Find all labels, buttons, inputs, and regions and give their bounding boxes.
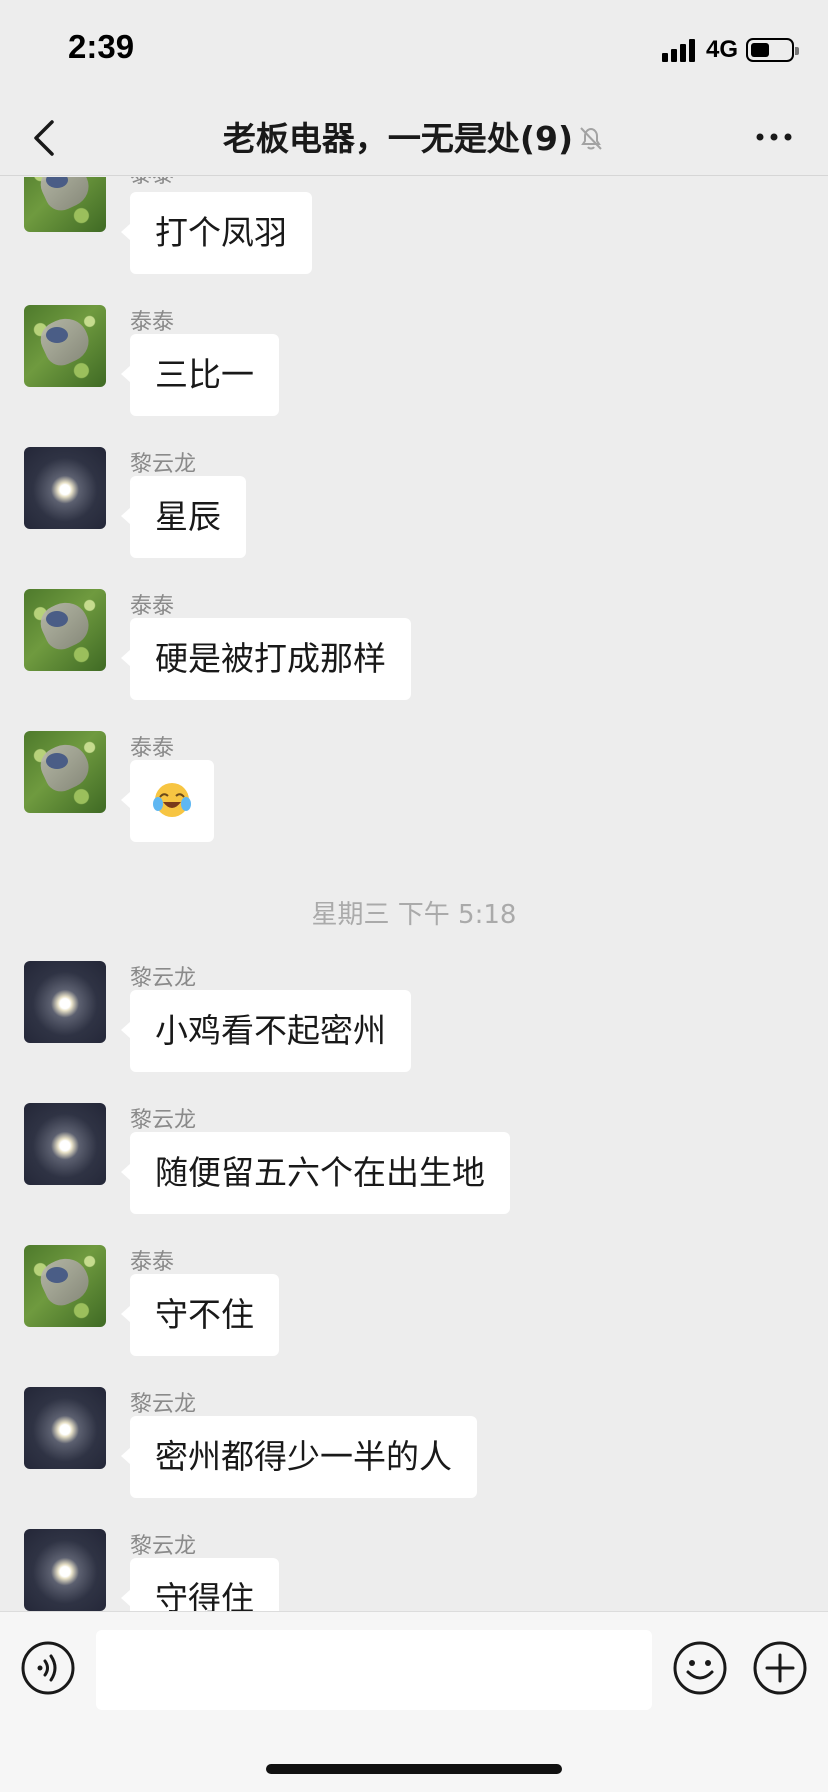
status-time: 2:39 (68, 28, 135, 65)
signal-icon (661, 38, 698, 62)
voice-input-icon[interactable] (20, 1640, 76, 1696)
mute-bell-icon (580, 126, 602, 150)
message-bubble[interactable]: 打个凤羽 (121, 192, 312, 274)
message-row: 泰泰 (0, 731, 828, 854)
sender-name: 黎云龙 (130, 452, 197, 477)
avatar[interactable] (24, 447, 106, 529)
battery-icon (746, 38, 799, 62)
message-row: 泰泰 打个凤羽 (0, 177, 828, 297)
sender-name: 泰泰 (130, 594, 175, 619)
avatar[interactable] (24, 589, 106, 671)
message-row: 黎云龙 密州都得少一半的人 (0, 1387, 828, 1510)
sender-name: 黎云龙 (130, 1534, 197, 1559)
timestamp-divider: 星期三 下午 5:18 (311, 900, 517, 930)
chat-title: 老板电器，一无是处(9) (0, 112, 828, 160)
message-row: 泰泰 守不住 (0, 1245, 828, 1368)
message-row: 黎云龙 守得住 (0, 1529, 828, 1611)
message-row: 泰泰 硬是被打成那样 (0, 589, 828, 712)
sender-name: 泰泰 (130, 1250, 175, 1275)
home-indicator[interactable] (266, 1764, 562, 1774)
avatar[interactable] (24, 731, 106, 813)
message-row: 黎云龙 星辰 (0, 447, 828, 570)
avatar[interactable] (24, 305, 106, 387)
message-bubble[interactable]: 随便留五六个在出生地 (121, 1132, 510, 1214)
message-bubble[interactable]: 硬是被打成那样 (121, 618, 411, 700)
message-row: 泰泰 三比一 (0, 305, 828, 428)
status-indicators: 4G (661, 36, 799, 64)
avatar[interactable] (24, 1245, 106, 1327)
message-bubble[interactable]: 小鸡看不起密州 (121, 990, 411, 1072)
avatar[interactable] (24, 961, 106, 1043)
chat-message-list[interactable]: 泰泰 打个凤羽 泰泰 三比一 黎云龙 星辰 泰泰 硬是被打成那样 泰泰 (0, 177, 828, 1611)
message-bubble[interactable] (121, 760, 214, 842)
sender-name: 黎云龙 (130, 1392, 197, 1417)
message-bubble[interactable]: 星辰 (121, 476, 246, 558)
status-bar: 2:39 4G (0, 0, 828, 100)
avatar[interactable] (24, 1103, 106, 1185)
avatar[interactable] (24, 177, 106, 232)
sender-name: 泰泰 (130, 736, 175, 761)
sender-name: 泰泰 (130, 177, 174, 189)
message-bubble[interactable]: 三比一 (121, 334, 279, 416)
message-bubble[interactable]: 守不住 (121, 1274, 279, 1356)
sender-name: 泰泰 (130, 310, 175, 335)
message-row: 黎云龙 小鸡看不起密州 (0, 961, 828, 1084)
message-input[interactable] (96, 1630, 652, 1710)
avatar[interactable] (24, 1387, 106, 1469)
message-bubble[interactable]: 守得住 (121, 1558, 279, 1611)
crying-laughing-emoji-icon (153, 782, 191, 817)
avatar[interactable] (24, 1529, 106, 1611)
network-label: 4G (705, 36, 738, 63)
more-actions-plus-icon[interactable] (752, 1640, 808, 1696)
sender-name: 黎云龙 (130, 1108, 197, 1133)
message-bubble[interactable]: 密州都得少一半的人 (121, 1416, 477, 1498)
more-options-icon[interactable] (754, 122, 794, 152)
sender-name: 黎云龙 (130, 966, 197, 991)
message-row: 黎云龙 随便留五六个在出生地 (0, 1103, 828, 1226)
chat-header: 老板电器，一无是处(9) (0, 100, 828, 176)
emoji-picker-icon[interactable] (672, 1640, 728, 1696)
chat-title-text: 老板电器，一无是处(9) (222, 119, 574, 158)
